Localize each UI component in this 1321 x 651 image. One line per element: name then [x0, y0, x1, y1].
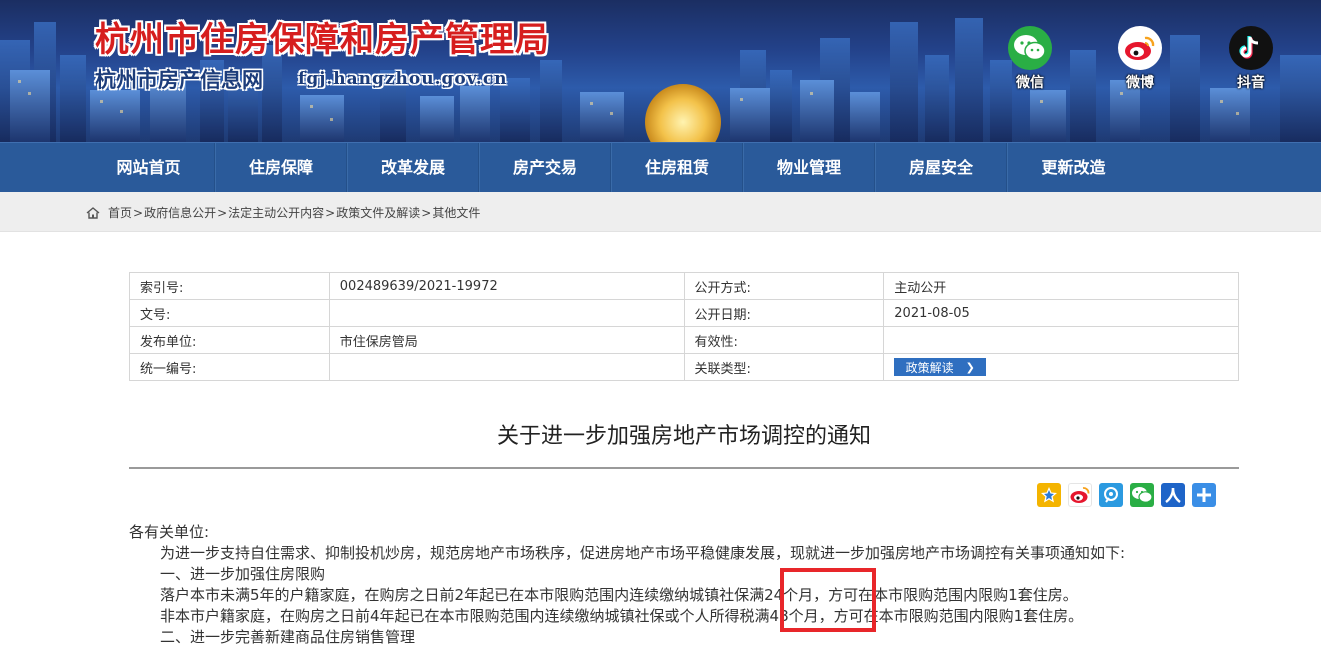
nav-item-rental[interactable]: 住房租赁 [611, 143, 743, 193]
meta-label: 公开日期: [683, 299, 885, 327]
meta-value-cell: 政策解读 ❯ [883, 353, 1239, 381]
site-domain: fgj.hangzhou.gov.cn [298, 69, 508, 89]
meta-label: 发布单位: [129, 326, 330, 354]
weibo-icon [1118, 26, 1162, 70]
policy-interpretation-button[interactable]: 政策解读 ❯ [894, 358, 987, 376]
breadcrumb-home[interactable]: 首页 [108, 204, 132, 221]
meta-value: 2021-08-05 [883, 299, 1239, 327]
policy-button-label: 政策解读 [905, 360, 954, 375]
meta-value [883, 326, 1239, 354]
section-heading: 二、进一步完善新建商品住房销售管理 [160, 628, 416, 646]
breadcrumb-policy-docs[interactable]: 政策文件及解读 [336, 204, 420, 221]
meta-value: 主动公开 [883, 272, 1239, 300]
document-title: 关于进一步加强房地产市场调控的通知 [496, 424, 871, 449]
nav-item-renewal[interactable]: 更新改造 [1007, 143, 1139, 193]
meta-value: 002489639/2021-19972 [328, 272, 685, 300]
paragraph: 非本市户籍家庭，在购房之日前4年起已在本市限购范围内连续缴纳城镇社保或个人所得税… [160, 607, 1084, 625]
meta-label: 公开方式: [683, 272, 885, 300]
nav-item-housing-safety[interactable]: 房屋安全 [875, 143, 1007, 193]
paragraph: 为进一步支持自住需求、抑制投机炒房，规范房地产市场秩序，促进房地产市场平稳健康发… [160, 544, 1126, 562]
site-banner: 杭州市住房保障和房产管理局 杭州市房产信息网 fgj.hangzhou.gov.… [0, 0, 1321, 142]
meta-value: 市住保房管局 [328, 326, 685, 354]
nav-item-property-management[interactable]: 物业管理 [743, 143, 875, 193]
nav-item-home[interactable]: 网站首页 [83, 143, 215, 193]
wechat-icon [1008, 26, 1052, 70]
meta-value [328, 299, 685, 327]
nav-item-housing-security[interactable]: 住房保障 [215, 143, 347, 193]
meta-label: 索引号: [129, 272, 330, 300]
section-heading: 一、进一步加强住房限购 [160, 565, 326, 583]
breadcrumb-separator: > [325, 205, 336, 220]
breadcrumb-separator: > [421, 205, 432, 220]
table-row: 文号: 公开日期: 2021-08-05 [129, 299, 1239, 327]
breadcrumb-other-docs[interactable]: 其他文件 [432, 204, 480, 221]
breadcrumb-gov-info[interactable]: 政府信息公开 [144, 204, 216, 221]
douyin-label: 抖音 [1237, 75, 1265, 91]
breadcrumb-separator: > [217, 205, 228, 220]
table-row: 发布单位: 市住保房管局 有效性: [129, 326, 1239, 354]
share-bar [1037, 483, 1216, 507]
document-meta-table: 索引号: 002489639/2021-19972 公开方式: 主动公开 文号:… [129, 272, 1239, 381]
home-icon [86, 206, 100, 219]
weibo-link[interactable]: 微博 [1112, 26, 1168, 92]
douyin-link[interactable]: 抖音 [1223, 26, 1279, 92]
main-nav: 网站首页 住房保障 改革发展 房产交易 住房租赁 物业管理 房屋安全 更新改造 [0, 142, 1321, 193]
meta-label: 有效性: [683, 326, 885, 354]
meta-value [328, 353, 685, 381]
more-share-icon[interactable] [1192, 483, 1216, 507]
breadcrumb: 首页 > 政府信息公开 > 法定主动公开内容 > 政策文件及解读 > 其他文件 [86, 204, 480, 221]
chevron-right-icon: ❯ [965, 360, 975, 374]
table-row: 索引号: 002489639/2021-19972 公开方式: 主动公开 [129, 272, 1239, 300]
renren-icon[interactable] [1161, 483, 1185, 507]
wechat-label: 微信 [1016, 75, 1044, 91]
table-row: 统一编号: 关联类型: 政策解读 ❯ [129, 353, 1239, 381]
meta-label: 统一编号: [129, 353, 330, 381]
wechat-share-icon[interactable] [1130, 483, 1154, 507]
breadcrumb-separator: > [133, 205, 144, 220]
document-body: 各有关单位: 为进一步支持自住需求、抑制投机炒房，规范房地产市场秩序，促进房地产… [129, 522, 1239, 648]
wechat-link[interactable]: 微信 [1002, 26, 1058, 92]
weibo-label: 微博 [1126, 75, 1154, 91]
breadcrumb-statutory-content[interactable]: 法定主动公开内容 [228, 204, 324, 221]
breadcrumb-bar: 首页 > 政府信息公开 > 法定主动公开内容 > 政策文件及解读 > 其他文件 [0, 192, 1321, 232]
highlight-annotation-box [780, 568, 876, 632]
nav-item-property-trade[interactable]: 房产交易 [479, 143, 611, 193]
site-title: 杭州市住房保障和房产管理局 [95, 20, 550, 60]
title-divider [129, 467, 1239, 469]
tencent-weibo-icon[interactable] [1099, 483, 1123, 507]
meta-label: 文号: [129, 299, 330, 327]
paragraph: 落户本市未满5年的户籍家庭，在购房之日前2年起已在本市限购范围内连续缴纳城镇社保… [160, 586, 1078, 604]
site-subtitle: 杭州市房产信息网 [95, 67, 263, 92]
salutation: 各有关单位: [129, 523, 210, 541]
qzone-icon[interactable] [1037, 483, 1061, 507]
meta-label: 关联类型: [683, 353, 885, 381]
weibo-share-icon[interactable] [1068, 483, 1092, 507]
nav-item-reform[interactable]: 改革发展 [347, 143, 479, 193]
douyin-icon [1229, 26, 1273, 70]
